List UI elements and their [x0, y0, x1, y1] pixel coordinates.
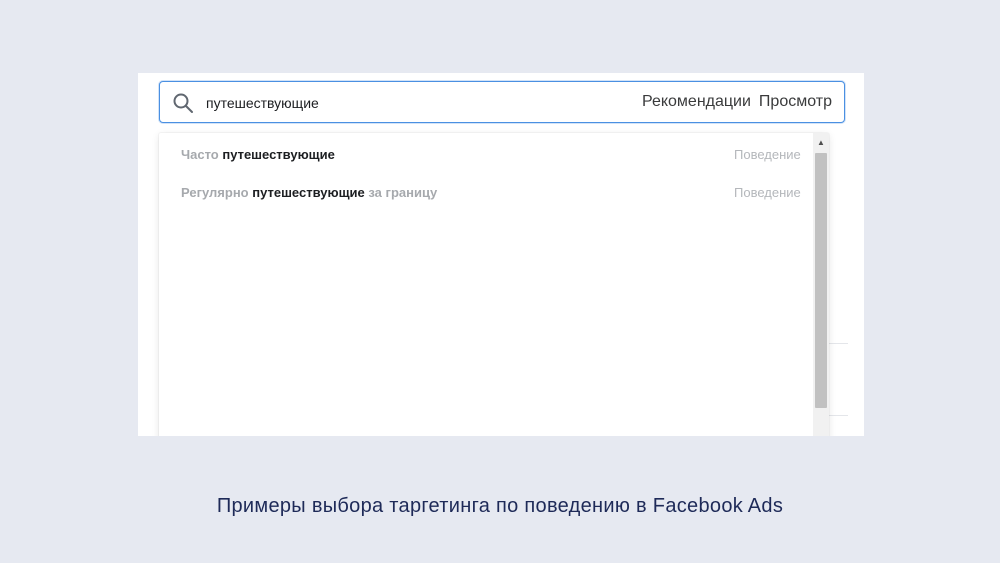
background-divider — [828, 343, 848, 344]
result-item[interactable]: Часто путешествующие Поведение — [159, 139, 814, 169]
search-results-dropdown: Часто путешествующие Поведение Регулярно… — [159, 133, 829, 436]
scrollbar-thumb[interactable] — [815, 153, 827, 408]
result-item-label: Регулярно путешествующие за границу — [181, 185, 438, 200]
screenshot-panel: Рекомендации Просмотр Часто путешествующ… — [138, 73, 864, 436]
tab-browse[interactable]: Просмотр — [759, 93, 832, 111]
background-divider — [828, 415, 848, 416]
tab-recommendations[interactable]: Рекомендации — [642, 93, 751, 111]
scroll-up-arrow-icon[interactable]: ▲ — [813, 135, 829, 151]
search-input[interactable] — [206, 92, 506, 114]
figure-caption: Примеры выбора таргетинга по поведению в… — [216, 495, 784, 517]
result-item-label: Часто путешествующие — [181, 147, 335, 162]
result-item-category: Поведение — [734, 185, 801, 200]
result-item[interactable]: Регулярно путешествующие за границу Пове… — [159, 177, 814, 207]
scroll-down-arrow-icon[interactable]: ▼ — [813, 435, 829, 436]
targeting-search-box[interactable]: Рекомендации Просмотр — [159, 81, 845, 123]
search-mode-tabs: Рекомендации Просмотр — [642, 93, 832, 111]
search-icon — [173, 93, 193, 113]
dropdown-scrollbar[interactable]: ▲ ▼ — [813, 133, 829, 436]
result-item-category: Поведение — [734, 147, 801, 162]
